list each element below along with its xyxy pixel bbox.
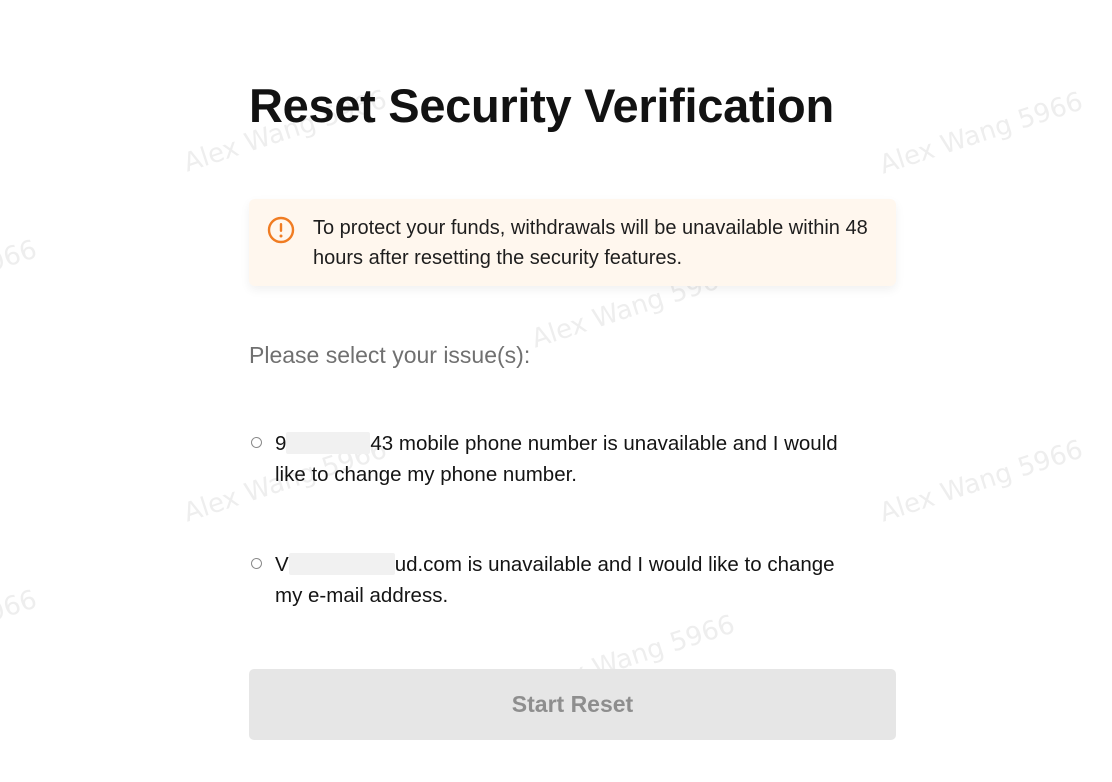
phone-issue-radio[interactable] [251,437,262,448]
watermark: Alex Wang 5966 [876,434,1087,529]
email-issue-radio[interactable] [251,558,262,569]
notice-text: To protect your funds, withdrawals will … [313,217,868,269]
watermark: Alex Wang 5966 [0,234,41,329]
watermark: Alex Wang 5966 [0,584,41,679]
warning-notice: To protect your funds, withdrawals will … [249,199,896,286]
phone-number-prefix: 9 [275,432,287,455]
email-issue-label[interactable]: Vud.com is unavailable and I would like … [275,549,860,611]
start-reset-button[interactable]: Start Reset [249,669,896,740]
redacted-phone-mask [286,432,371,454]
reset-security-page: Alex Wang 5966 Alex Wang 5966 Alex Wang … [0,0,1112,782]
watermark: Alex Wang 5966 [876,86,1087,181]
issue-option-phone[interactable]: 9 43 mobile phone number is unavailable a… [249,428,859,492]
issue-option-email[interactable]: Vud.com is unavailable and I would like … [249,549,859,613]
warning-circle-icon [267,216,295,244]
email-prefix: V [275,553,289,576]
page-title: Reset Security Verification [249,79,834,132]
redacted-email-mask [288,553,395,575]
issue-prompt: Please select your issue(s): [249,342,531,368]
phone-issue-label[interactable]: 9 43 mobile phone number is unavailable a… [275,428,860,490]
